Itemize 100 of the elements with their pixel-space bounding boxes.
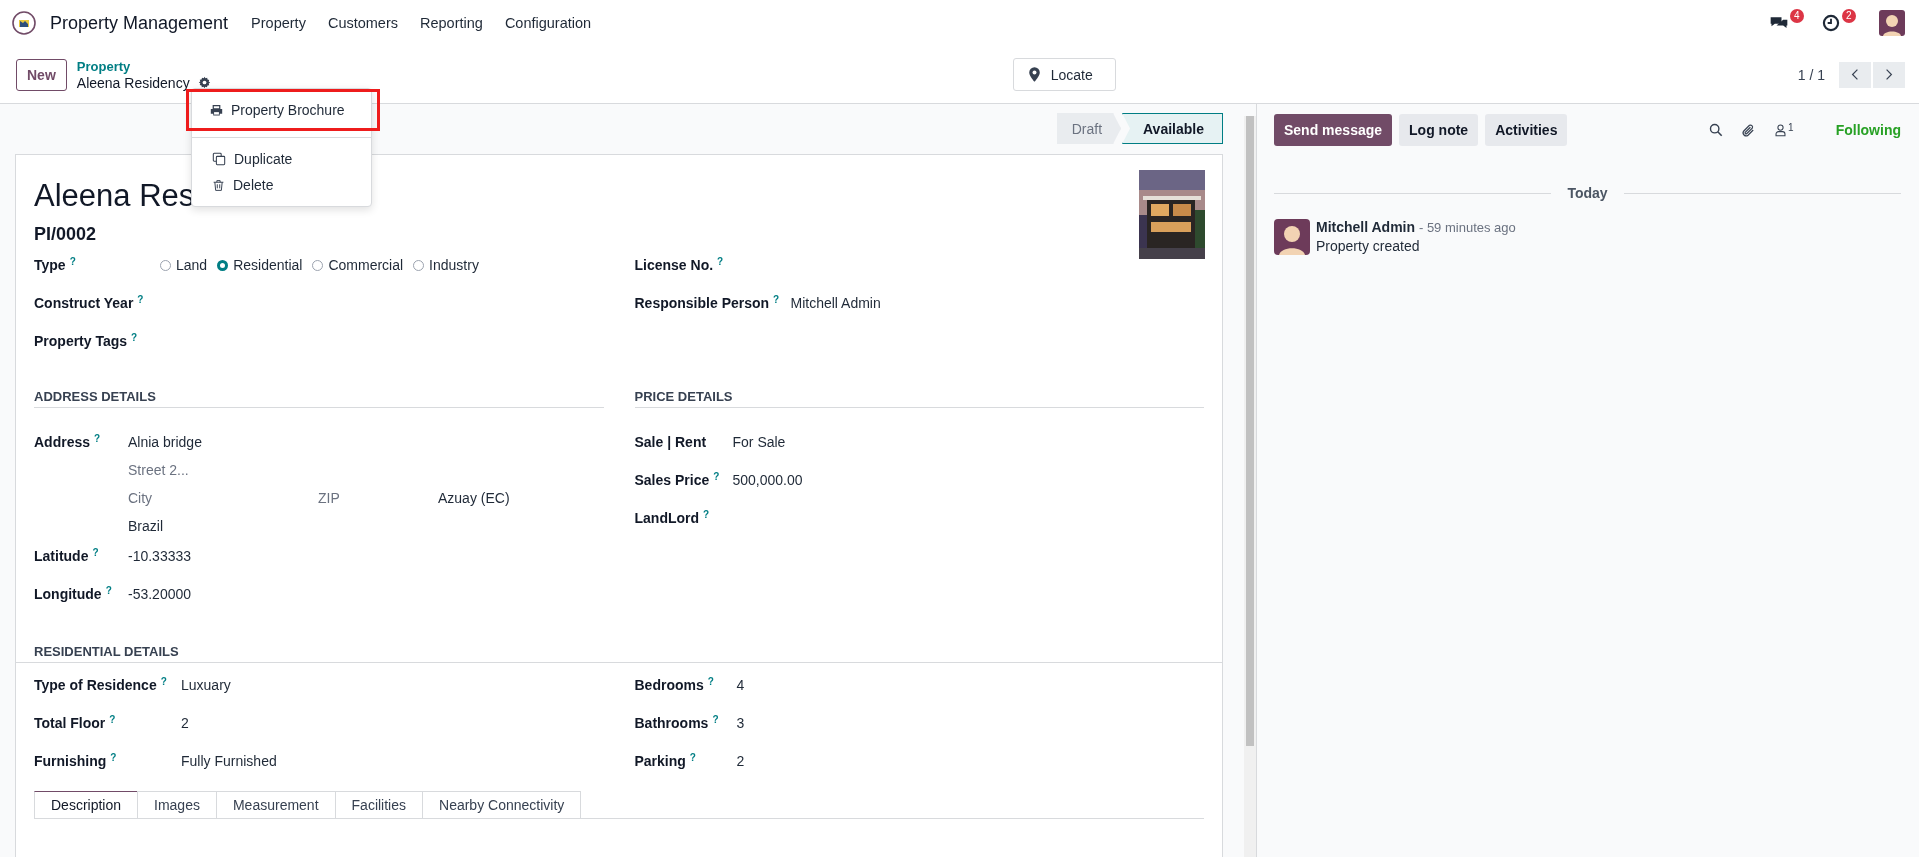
- field-value[interactable]: 3: [736, 715, 745, 731]
- field-label: Address: [34, 434, 91, 450]
- field-value[interactable]: -10.33333: [128, 548, 192, 564]
- radio-option[interactable]: Commercial: [312, 257, 404, 273]
- message-time: - 59 minutes ago: [1418, 220, 1516, 235]
- settings-icon[interactable]: [197, 76, 211, 89]
- help-mark[interactable]: ?: [717, 257, 724, 267]
- help-mark[interactable]: ?: [703, 510, 710, 520]
- field-value[interactable]: -53.20000: [128, 586, 192, 602]
- radio-button[interactable]: [217, 259, 229, 271]
- field-label: Parking: [634, 753, 686, 769]
- field-label: Construct Year: [34, 295, 134, 311]
- locate-button[interactable]: Locate: [1012, 58, 1116, 91]
- radio-button[interactable]: [160, 259, 171, 271]
- date-separator: Today: [1567, 185, 1608, 201]
- help-mark[interactable]: ?: [109, 715, 116, 725]
- notification-badge: 4: [1790, 9, 1804, 23]
- paperclip-icon[interactable]: [1741, 122, 1757, 138]
- record-reference: PI/0002: [34, 224, 98, 245]
- field-label: Type: [34, 257, 66, 273]
- app-logo-icon[interactable]: [12, 11, 36, 35]
- menu-item[interactable]: Property: [242, 9, 315, 37]
- field-value[interactable]: For Sale: [732, 434, 786, 450]
- status-stage[interactable]: Draft: [1056, 113, 1122, 144]
- help-mark[interactable]: ?: [94, 434, 101, 444]
- field-label: LandLord: [634, 510, 700, 526]
- field-value[interactable]: Fully Furnished: [181, 753, 277, 769]
- radio-option[interactable]: Industry: [413, 257, 479, 273]
- field-label: Sale | Rent: [634, 434, 707, 450]
- help-mark[interactable]: ?: [712, 715, 719, 725]
- radio-option[interactable]: Residential: [217, 257, 303, 273]
- pager-counter: 1 / 1: [1797, 66, 1825, 83]
- help-mark[interactable]: ?: [69, 257, 76, 267]
- notebook-tab[interactable]: Nearby Connectivity: [422, 791, 582, 818]
- help-mark[interactable]: ?: [105, 586, 112, 596]
- help-mark[interactable]: ?: [707, 677, 714, 687]
- help-mark[interactable]: ?: [92, 548, 99, 558]
- radio-option[interactable]: Land: [160, 257, 208, 273]
- new-button[interactable]: New: [16, 58, 67, 91]
- field-label: Type of Residence: [34, 677, 157, 693]
- trash-icon: [212, 178, 225, 192]
- field-label: Property Tags: [34, 333, 128, 349]
- field-label: Furnishing: [34, 753, 107, 769]
- chatter-button[interactable]: Log note: [1399, 114, 1479, 146]
- search-icon[interactable]: [1709, 123, 1724, 137]
- radio-label: Residential: [233, 257, 303, 273]
- field-value[interactable]: Mitchell Admin: [790, 295, 881, 311]
- radio-button[interactable]: [312, 259, 324, 271]
- radio-label: Commercial: [328, 257, 404, 273]
- clock-icon[interactable]: [1821, 13, 1841, 33]
- menu-item[interactable]: Configuration: [495, 9, 601, 37]
- user-icon[interactable]: [1774, 123, 1788, 137]
- chatter-button[interactable]: Activities: [1485, 114, 1568, 146]
- help-mark[interactable]: ?: [689, 753, 696, 763]
- notebook-tab[interactable]: Description: [34, 791, 139, 818]
- radio-button[interactable]: [413, 259, 425, 271]
- chatter-button[interactable]: Send message: [1274, 114, 1393, 146]
- field-label: Responsible Person: [634, 295, 770, 311]
- app-name[interactable]: Property Management: [50, 12, 229, 34]
- menu-item[interactable]: Customers: [318, 9, 407, 37]
- user-avatar[interactable]: [1879, 10, 1905, 36]
- field-value[interactable]: 500,000.00: [732, 472, 803, 488]
- scrollbar-thumb[interactable]: [1246, 116, 1254, 746]
- message-text: Property created: [1316, 238, 1421, 254]
- city-field[interactable]: City: [128, 490, 318, 506]
- message-author[interactable]: Mitchell Admin: [1316, 219, 1416, 235]
- menu-item[interactable]: Duplicate: [192, 146, 371, 172]
- field-label: Total Floor: [34, 715, 106, 731]
- menu-item[interactable]: Property Brochure: [186, 89, 380, 131]
- state-field[interactable]: Azuay (EC): [438, 490, 510, 506]
- field-label: Sales Price: [634, 472, 710, 488]
- section-heading: PRICE DETAILS: [634, 389, 1204, 408]
- help-mark[interactable]: ?: [110, 753, 117, 763]
- field-value[interactable]: 2: [736, 753, 745, 769]
- street2-field[interactable]: Street 2...: [128, 462, 328, 478]
- section-heading: RESIDENTIAL DETAILS: [16, 644, 1222, 663]
- field-value[interactable]: Luxuary: [181, 677, 231, 693]
- country-field[interactable]: Brazil: [128, 518, 604, 534]
- follower-count: 1: [1788, 123, 1794, 133]
- help-mark[interactable]: ?: [137, 295, 144, 305]
- field-label: Latitude: [34, 548, 89, 564]
- help-mark[interactable]: ?: [713, 472, 720, 482]
- record-title[interactable]: Aleena Res: [34, 174, 195, 218]
- breadcrumb-link[interactable]: Property: [76, 58, 211, 75]
- menu-item[interactable]: Delete: [192, 172, 371, 198]
- chevron-right-icon: [1885, 68, 1893, 81]
- author-avatar: [1274, 219, 1310, 255]
- field-value[interactable]: 2: [181, 715, 189, 731]
- status-stage[interactable]: Available: [1122, 113, 1223, 144]
- help-mark[interactable]: ?: [160, 677, 167, 687]
- field-value[interactable]: 4: [736, 677, 745, 693]
- zip-field[interactable]: ZIP: [318, 490, 438, 506]
- street-field[interactable]: Alnia bridge: [128, 434, 604, 450]
- notification-badge: 2: [1842, 9, 1856, 23]
- menu-item[interactable]: Reporting: [411, 9, 492, 37]
- section-heading: ADDRESS DETAILS: [34, 389, 604, 408]
- radio-label: Land: [176, 257, 208, 273]
- help-mark[interactable]: ?: [131, 333, 138, 343]
- help-mark[interactable]: ?: [773, 295, 780, 305]
- field-label: License No.: [634, 257, 714, 273]
